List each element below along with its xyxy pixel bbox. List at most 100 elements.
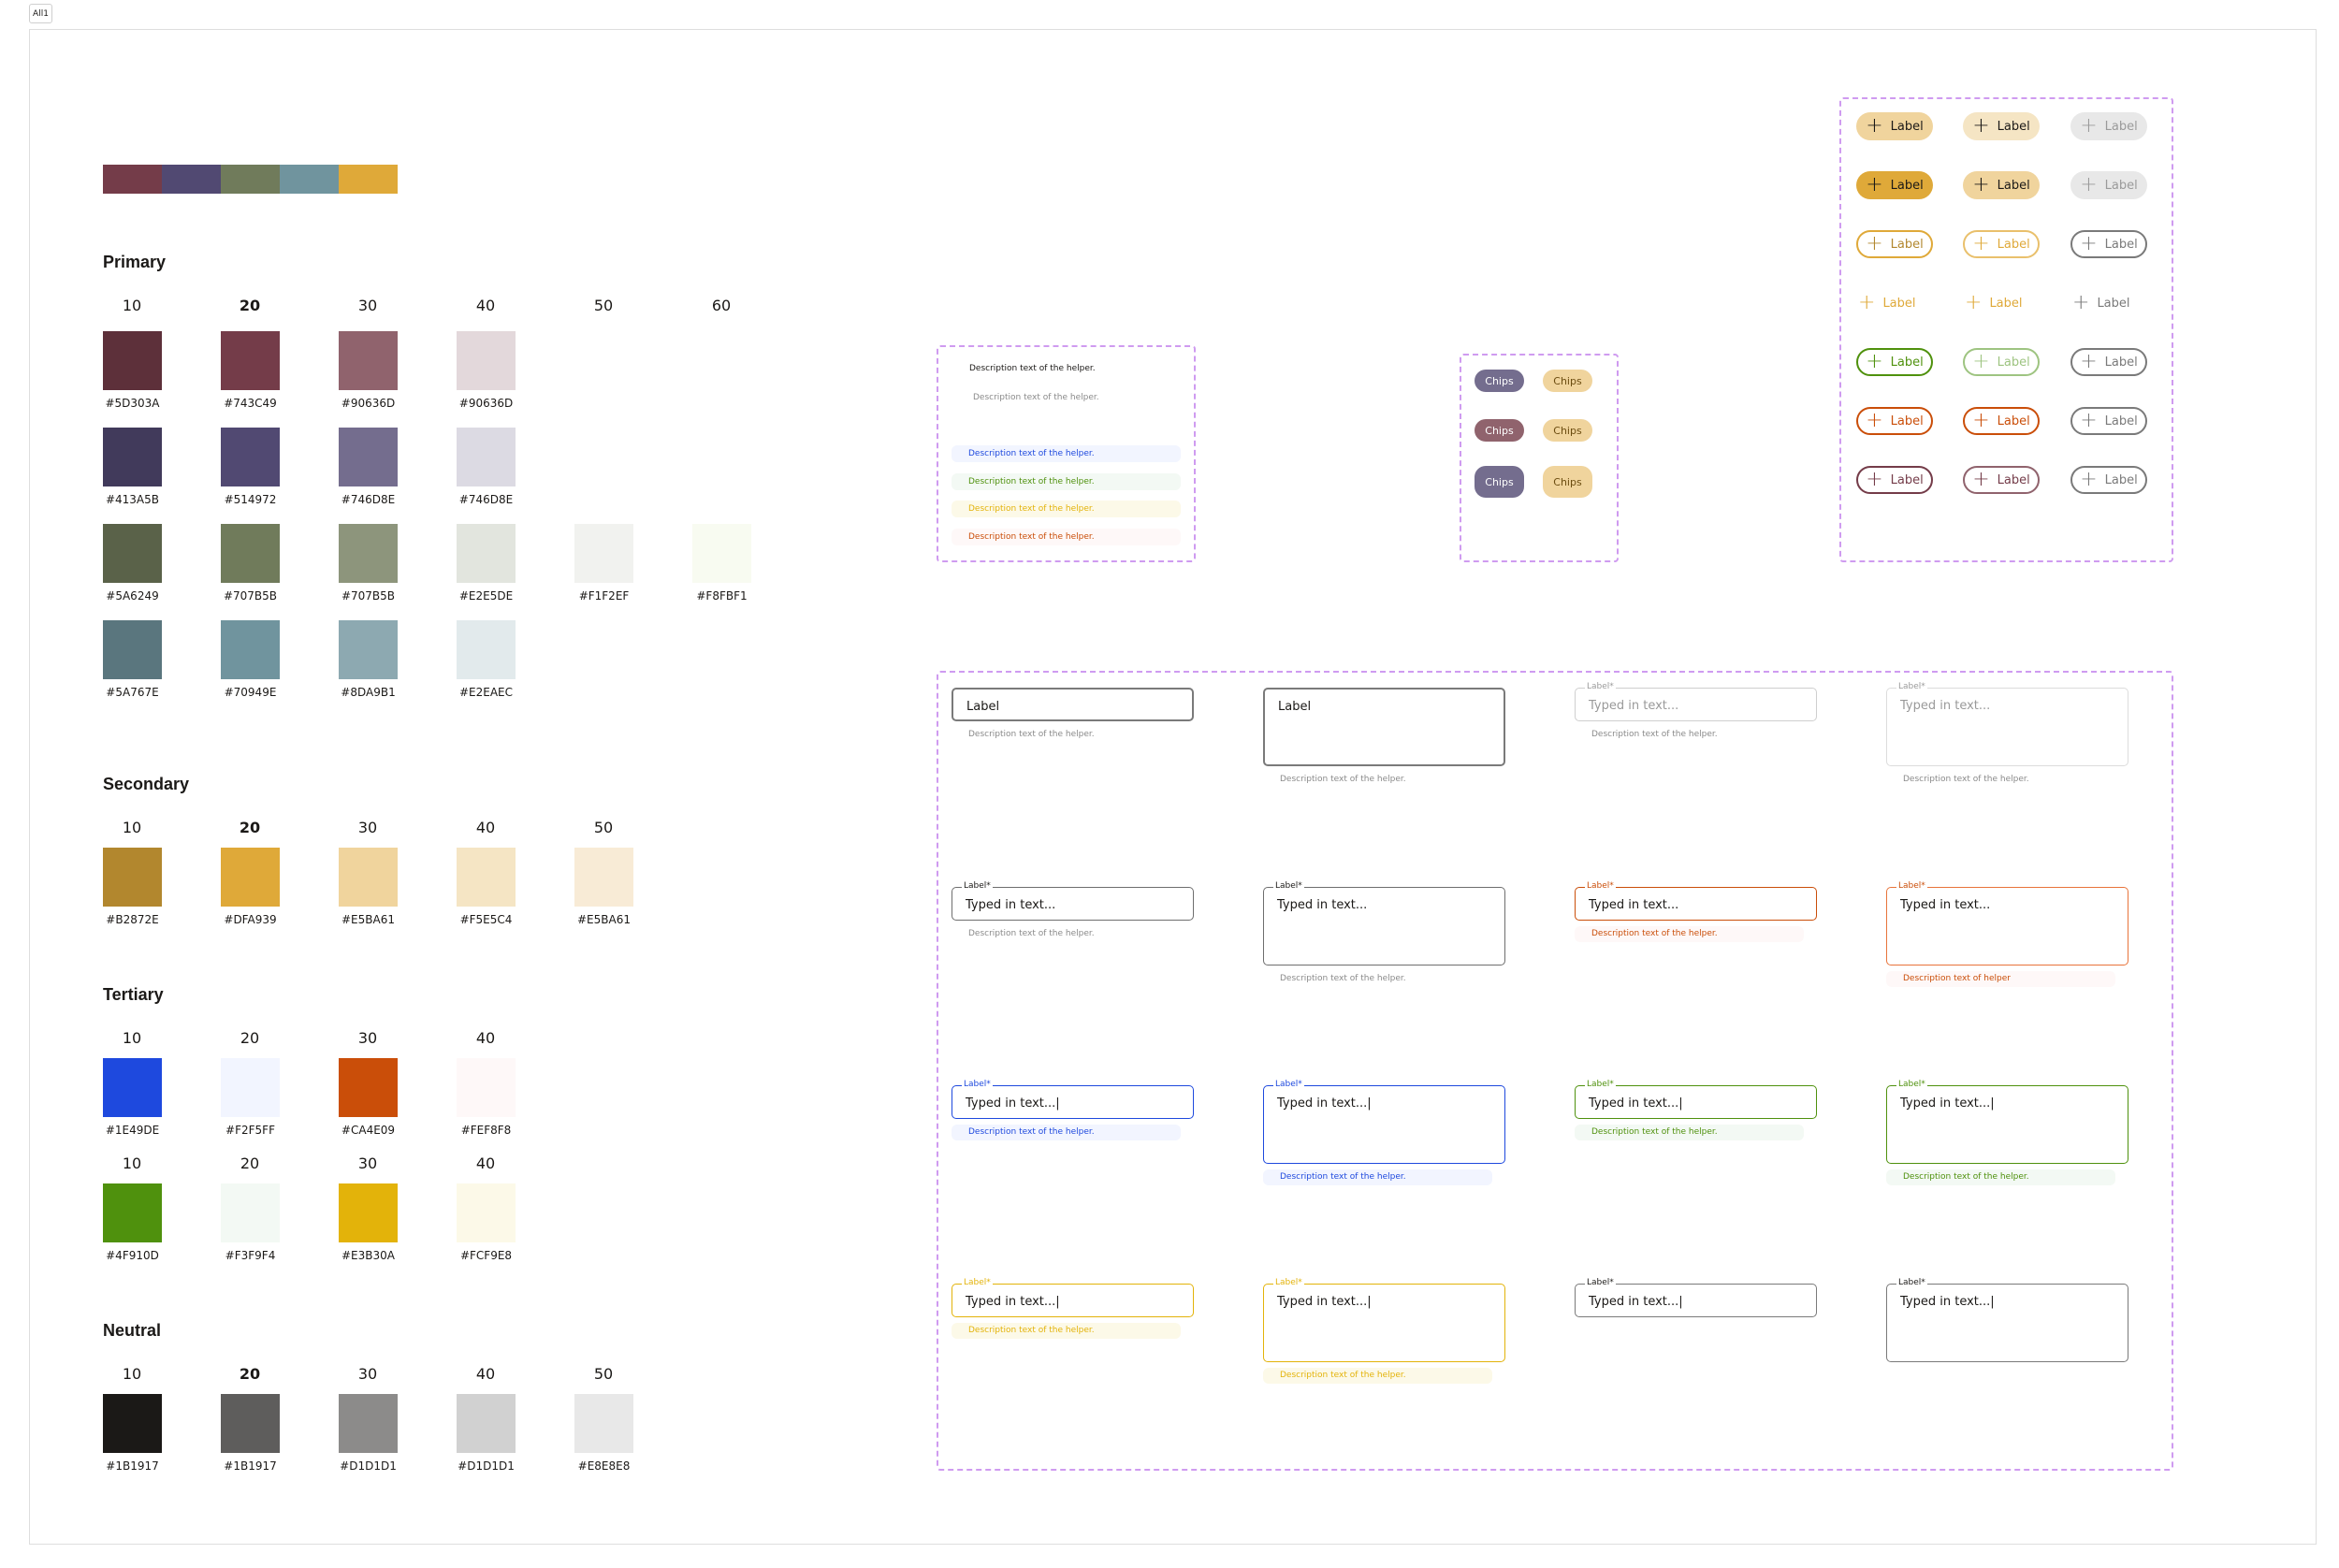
tone-header: 40 (475, 297, 496, 314)
field-value: Typed in text...| (1589, 1295, 1683, 1309)
chip-wine[interactable]: Chips (1475, 419, 1524, 442)
button-label: Label (2104, 119, 2138, 134)
field-label: Label* (1273, 1278, 1304, 1287)
add-label-button[interactable]: + Label (1856, 112, 1933, 140)
swatch-hex: #F3F9F4 (225, 1249, 276, 1262)
add-label-button[interactable]: + Label (1963, 171, 2040, 199)
add-label-button[interactable]: + Label (1963, 230, 2040, 258)
chip-gold[interactable]: Chips (1543, 419, 1592, 442)
swatch-hex: #514972 (224, 493, 277, 506)
tone-header: 20 (240, 1154, 260, 1172)
add-label-button[interactable]: + Label (1963, 112, 2040, 140)
add-label-button[interactable]: + Label (1856, 230, 1933, 258)
button-label: Label (2097, 296, 2130, 311)
helper-text-light: Description text of the helper. (973, 393, 1099, 402)
tone-header: 40 (475, 819, 496, 836)
add-label-button[interactable]: + Label (1856, 407, 1933, 435)
button-label: Label (2104, 414, 2138, 428)
field-label-text: Label (964, 881, 987, 891)
add-label-button[interactable]: + Label (2070, 230, 2147, 258)
field-helper-text: Description text of the helper. (1263, 1368, 1492, 1384)
required-asterisk: * (1609, 1278, 1614, 1287)
secondary-headers: 10 20 30 40 50 (103, 819, 692, 836)
button-label: Label (1890, 237, 1924, 252)
add-label-button[interactable]: + Label (2070, 348, 2147, 376)
color-swatch: #E2EAEC (457, 620, 574, 699)
required-asterisk: * (1298, 881, 1302, 891)
swatch-box (103, 1394, 162, 1453)
page-tab[interactable]: All1 (29, 4, 52, 23)
tone-header: 30 (357, 1154, 378, 1172)
swatch-box (103, 1183, 162, 1242)
add-label-button[interactable]: + Label (2070, 289, 2147, 317)
add-label-button[interactable]: + Label (1856, 289, 1933, 317)
add-label-button[interactable]: + Label (2070, 171, 2147, 199)
swatch-hex: #5D303A (105, 397, 160, 410)
color-swatch: #1B1917 (221, 1394, 339, 1473)
tone-header: 60 (711, 297, 732, 314)
add-label-button[interactable]: + Label (1963, 466, 2040, 494)
color-swatch: #E8E8E8 (574, 1394, 692, 1473)
text-area-field[interactable]: Label* Typed in text...| (1886, 1080, 2128, 1164)
text-input-field[interactable]: Label* Typed in text...| (952, 1278, 1194, 1317)
chip-purple-large[interactable]: Chips (1475, 466, 1524, 498)
button-label: Label (1997, 355, 2030, 370)
field-label-text: Label (1587, 1278, 1610, 1287)
text-area-field[interactable]: Label* Typed in text...| (1263, 1278, 1505, 1362)
text-area-field[interactable]: Label* Typed in text... (1263, 881, 1505, 965)
add-label-button[interactable]: + Label (2070, 407, 2147, 435)
add-label-button[interactable]: + Label (2070, 466, 2147, 494)
text-input-field[interactable]: Label* Typed in text...| (1575, 1080, 1817, 1119)
text-input-field[interactable]: Label (952, 688, 1194, 721)
swatch-hex: #DFA939 (224, 913, 277, 926)
add-label-button[interactable]: + Label (1856, 466, 1933, 494)
chip-gold-large[interactable]: Chips (1543, 466, 1592, 498)
color-swatch: #F3F9F4 (221, 1183, 339, 1262)
plus-icon: + (2080, 114, 2098, 138)
plus-icon: + (1972, 114, 1990, 138)
swatch-box (221, 620, 280, 679)
field-helper-text: Description text of the helper. (968, 929, 1095, 938)
add-label-button[interactable]: + Label (1963, 407, 2040, 435)
add-label-button[interactable]: + Label (1856, 171, 1933, 199)
button-label: Label (1890, 472, 1924, 487)
swatch-hex: #90636D (458, 397, 514, 410)
helper-text-dark: Description text of the helper. (969, 364, 1096, 373)
color-swatch: #F8FBF1 (692, 524, 810, 603)
text-area-field[interactable]: Label* Typed in text...| (1886, 1278, 2128, 1362)
text-input-field[interactable]: Label* Typed in text... (952, 881, 1194, 921)
plus-icon: + (1866, 468, 1883, 491)
swatch-box (457, 524, 516, 583)
text-area-field[interactable]: Label* Typed in text... (1886, 881, 2128, 965)
chip-purple[interactable]: Chips (1475, 370, 1524, 392)
tertiary-swatches-1: #1E49DE #F2F5FF #CA4E09 #FEF8F8 (103, 1058, 574, 1137)
add-label-button[interactable]: + Label (2070, 112, 2147, 140)
color-swatch: #707B5B (221, 524, 339, 603)
required-asterisk: * (1609, 1080, 1614, 1089)
text-area-field[interactable]: Label* Typed in text...| (1263, 1080, 1505, 1164)
color-swatch: #5D303A (103, 331, 221, 410)
add-label-button[interactable]: + Label (1963, 348, 2040, 376)
plus-icon: + (1972, 409, 1990, 432)
swatch-box (339, 620, 398, 679)
plus-icon: + (1866, 409, 1883, 432)
color-swatch: #FCF9E8 (457, 1183, 574, 1262)
plus-icon: + (1866, 232, 1883, 255)
text-area-field[interactable]: Label* Typed in text... (1886, 682, 2128, 766)
add-label-button[interactable]: + Label (1963, 289, 2040, 317)
plus-icon: + (1972, 350, 1990, 373)
field-label: Label* (962, 1278, 993, 1287)
text-area-field[interactable]: Label (1263, 688, 1505, 766)
swatch-box (221, 331, 280, 390)
button-label: Label (1882, 296, 1916, 311)
field-label-text: Label (1898, 1278, 1922, 1287)
chip-gold[interactable]: Chips (1543, 370, 1592, 392)
field-label-text: Label (964, 1278, 987, 1287)
color-swatch: #DFA939 (221, 848, 339, 926)
swatch-hex: #707B5B (223, 589, 278, 603)
text-input-field[interactable]: Label* Typed in text...| (952, 1080, 1194, 1119)
text-input-field[interactable]: Label* Typed in text... (1575, 881, 1817, 921)
text-input-field[interactable]: Label* Typed in text...| (1575, 1278, 1817, 1317)
add-label-button[interactable]: + Label (1856, 348, 1933, 376)
text-input-field[interactable]: Label* Typed in text... (1575, 682, 1817, 721)
